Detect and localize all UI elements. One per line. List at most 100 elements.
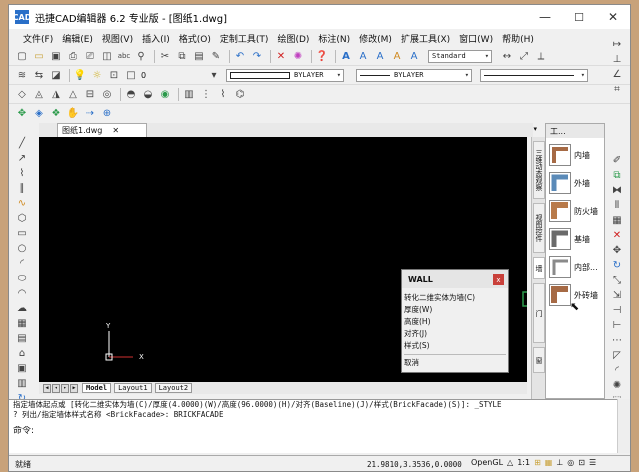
multiline-text-icon[interactable]: A	[356, 49, 370, 63]
palette-item-outer-wall[interactable]: 外墙	[549, 172, 605, 194]
menu-custom-tools[interactable]: 定制工具(T)	[220, 32, 269, 45]
help-icon[interactable]: ❓	[315, 49, 329, 63]
popup-close-button[interactable]: x	[493, 274, 504, 285]
break-icon[interactable]: ⋯	[610, 335, 624, 346]
tab-model[interactable]: Model	[82, 383, 112, 393]
option-height[interactable]: 高度(H)	[402, 316, 508, 328]
close-button[interactable]: ✕	[596, 5, 630, 29]
spline-icon[interactable]: ∿	[15, 198, 29, 209]
fillet-icon[interactable]: ◜	[610, 365, 624, 376]
box-icon[interactable]: ◇	[15, 87, 29, 101]
palette-item-foundation-wall[interactable]: 基墙	[549, 228, 605, 250]
cone-icon[interactable]: ◮	[49, 87, 63, 101]
option-style[interactable]: 样式(S)	[402, 340, 508, 352]
purge-icon[interactable]: ✺	[291, 49, 305, 63]
pyramid-icon[interactable]: △	[66, 87, 80, 101]
menu-view[interactable]: 视图(V)	[102, 32, 133, 45]
offset-icon[interactable]: ⫴	[610, 200, 624, 211]
line-icon[interactable]: ╱	[15, 138, 29, 149]
previous-layout-icon[interactable]: ◂	[52, 383, 60, 393]
match-properties-icon[interactable]: ✎	[209, 49, 223, 63]
cut-icon[interactable]: ✂	[158, 49, 172, 63]
ellipse-icon[interactable]: ⬭	[15, 273, 29, 284]
region-icon[interactable]: ▤	[15, 333, 29, 344]
chamfer-icon[interactable]: ◸	[610, 350, 624, 361]
layer-lock-icon[interactable]: ⊡	[107, 68, 121, 82]
extend-icon[interactable]: ⊢	[610, 320, 624, 331]
color-select[interactable]: BYLAYER ▾	[226, 68, 344, 82]
delete-icon[interactable]: ✕	[274, 49, 288, 63]
wedge-icon[interactable]: ◬	[32, 87, 46, 101]
orbit-icon[interactable]: ✥	[15, 107, 29, 121]
close-tab-icon[interactable]: ✕	[112, 126, 119, 135]
dimension-linear-icon[interactable]: ↔	[500, 49, 514, 63]
arc-icon[interactable]: ◜	[15, 258, 29, 269]
dimension-ordinate-icon[interactable]: ⟂	[534, 49, 548, 63]
dim-baseline-icon[interactable]: ⊥	[610, 54, 624, 65]
continuous-orbit-icon[interactable]: ❖	[49, 107, 63, 121]
erase-icon[interactable]: ✐	[610, 155, 624, 166]
scale-icon[interactable]: ⤡	[610, 275, 624, 286]
menu-modify[interactable]: 修改(M)	[359, 32, 392, 45]
zoom-icon[interactable]: ⊕	[100, 107, 114, 121]
menu-draw[interactable]: 绘图(D)	[277, 32, 309, 45]
dim-angular-icon[interactable]: ∠	[610, 69, 624, 80]
tab-layout2[interactable]: Layout2	[154, 383, 193, 393]
table-icon[interactable]: ▥	[15, 378, 29, 389]
option-align[interactable]: 对齐(J)	[402, 328, 508, 340]
layer-on-icon[interactable]: 💡	[73, 68, 87, 82]
lineweight-icon[interactable]: ☰	[589, 458, 596, 467]
multiline-icon[interactable]: ∥	[15, 183, 29, 194]
extrude-icon[interactable]: ▥	[182, 87, 196, 101]
dish-icon[interactable]: ◒	[141, 87, 155, 101]
layer-freeze-icon[interactable]: ☼	[90, 68, 104, 82]
point-icon[interactable]: ⌂	[15, 348, 29, 359]
tab-view-control[interactable]: 视图控件	[533, 203, 545, 253]
palette-item-firewall[interactable]: 防火墙	[549, 200, 605, 222]
delete-object-icon[interactable]: ✕	[610, 230, 624, 241]
layer-manager-icon[interactable]: ≋	[15, 68, 29, 82]
ray-icon[interactable]: ↗	[15, 153, 29, 164]
constrained-orbit-icon[interactable]: ◈	[32, 107, 46, 121]
move-icon[interactable]: ✥	[610, 245, 624, 256]
block-icon[interactable]: ▣	[15, 363, 29, 374]
command-prompt[interactable]: 命令:	[13, 426, 617, 436]
layer-previous-icon[interactable]: ⇆	[32, 68, 46, 82]
scale-value[interactable]: 1:1	[517, 458, 530, 467]
undo-icon[interactable]: ↶	[233, 49, 247, 63]
option-thickness[interactable]: 厚度(W)	[402, 304, 508, 316]
menu-edit[interactable]: 编辑(E)	[62, 32, 93, 45]
trim-icon[interactable]: ⊣	[610, 305, 624, 316]
menu-extended-tools[interactable]: 扩展工具(X)	[401, 32, 450, 45]
osnap-icon[interactable]: ⊡	[578, 458, 585, 467]
revision-cloud-icon[interactable]: ☁	[15, 303, 29, 314]
publish-icon[interactable]: ◫	[100, 49, 114, 63]
find-text-icon[interactable]: A	[407, 49, 421, 63]
copy-icon[interactable]: ⧉	[175, 49, 189, 63]
paste-icon[interactable]: ▤	[192, 49, 206, 63]
option-convert-2d[interactable]: 转化二维实体为墙(C)	[402, 292, 508, 304]
print-preview-icon[interactable]: ⎚	[83, 49, 97, 63]
lineweight-select[interactable]: ▾	[480, 68, 588, 82]
slice-icon[interactable]: ⌇	[216, 87, 230, 101]
edit-text-icon[interactable]: A	[373, 49, 387, 63]
menu-help[interactable]: 帮助(H)	[502, 32, 534, 45]
last-layout-icon[interactable]: ▶	[70, 383, 78, 393]
hatch-icon[interactable]: ▦	[15, 318, 29, 329]
rotate-icon[interactable]: ↻	[610, 260, 624, 271]
polar-icon[interactable]: ◎	[567, 458, 574, 467]
annotation-scale-icon[interactable]: △	[507, 458, 513, 467]
tab-layout1[interactable]: Layout1	[114, 383, 152, 393]
print-icon[interactable]: ⎙	[66, 49, 80, 63]
polygon-icon[interactable]: ⬡	[15, 213, 29, 224]
rectangle-icon[interactable]: ▭	[15, 228, 29, 239]
first-layout-icon[interactable]: ◀	[43, 383, 51, 393]
dim-continue-icon[interactable]: ↦	[610, 39, 624, 50]
palette-item-interior[interactable]: 内部...	[549, 256, 605, 278]
ellipse-arc-icon[interactable]: ◠	[15, 288, 29, 299]
palette-item-inner-wall[interactable]: 内墙	[549, 144, 605, 166]
menu-dimension[interactable]: 标注(N)	[318, 32, 350, 45]
tolerance-icon[interactable]: ⌗	[610, 84, 624, 95]
find-icon[interactable]: ⚲	[134, 49, 148, 63]
cylinder-icon[interactable]: ⊟	[83, 87, 97, 101]
